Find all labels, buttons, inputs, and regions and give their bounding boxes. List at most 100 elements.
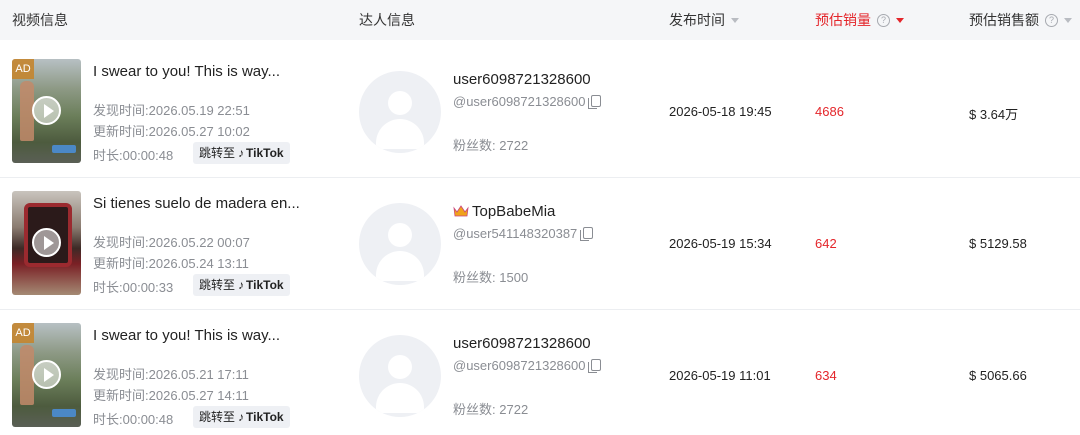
avatar-head: [388, 91, 412, 115]
updated-time: 更新时间:2026.05.27 14:11: [93, 385, 249, 404]
tiktok-label: TikTok: [246, 146, 284, 160]
column-header-label: 预估销量: [815, 12, 871, 28]
found-time-value: 2026.05.19 22:51: [148, 103, 250, 118]
duration-value: 00:00:48: [122, 148, 174, 163]
creator-id: @user541148320387: [453, 226, 594, 241]
column-header-publish-time[interactable]: 发布时间: [669, 0, 739, 40]
found-time-label: 发现时间:: [93, 103, 149, 118]
fans-label: 粉丝数:: [453, 138, 496, 153]
fans-value: 1500: [499, 270, 529, 285]
updated-time-label: 更新时间:: [93, 124, 149, 139]
table-row: Si tienes suelo de madera en... 发现时间:202…: [0, 178, 1080, 310]
updated-time: 更新时间:2026.05.27 10:02: [93, 121, 250, 140]
est-gmv: $ 5129.58: [969, 236, 1027, 251]
updated-time-label: 更新时间:: [93, 256, 149, 271]
duration-label: 时长:: [93, 280, 123, 295]
duration: 时长:00:00:33: [93, 277, 173, 296]
table-row: AD I swear to you! This is way... 发现时间:2…: [0, 46, 1080, 178]
tiktok-icon: ♪: [238, 278, 245, 292]
help-icon[interactable]: ?: [1045, 13, 1058, 27]
jump-label: 跳转至: [199, 146, 236, 160]
column-header-est-sales[interactable]: 预估销量?: [815, 0, 904, 40]
column-header-video-info: 视频信息: [12, 12, 68, 28]
creator-name[interactable]: TopBabeMia: [453, 203, 555, 220]
copy-icon[interactable]: [588, 95, 602, 109]
fans-label: 粉丝数:: [453, 270, 496, 285]
publish-time: 2026-05-19 11:01: [669, 368, 771, 383]
fans-count: 粉丝数: 2722: [453, 135, 528, 154]
tiktok-icon: ♪: [238, 146, 245, 160]
ad-badge: AD: [12, 59, 34, 79]
video-title[interactable]: I swear to you! This is way...: [93, 327, 280, 344]
column-header-creator-info: 达人信息: [359, 12, 415, 28]
avatar-head: [388, 355, 412, 379]
est-sales: 4686: [815, 104, 844, 119]
found-time: 发现时间:2026.05.22 00:07: [93, 232, 250, 251]
jump-to-tiktok-button[interactable]: 跳转至 ♪ TikTok: [193, 274, 290, 296]
avatar-head: [388, 223, 412, 247]
play-icon[interactable]: [32, 96, 61, 125]
thumbnail-object: [52, 145, 76, 153]
duration-value: 00:00:48: [122, 412, 174, 427]
play-icon[interactable]: [32, 360, 61, 389]
sort-caret-icon[interactable]: [1064, 17, 1072, 23]
duration-value: 00:00:33: [122, 280, 174, 295]
est-sales: 634: [815, 368, 837, 383]
duration-label: 时长:: [93, 148, 123, 163]
creator-name-text: TopBabeMia: [472, 203, 556, 220]
avatar[interactable]: [359, 335, 441, 417]
thumbnail-object: [52, 409, 76, 417]
avatar-body: [376, 251, 424, 281]
updated-time-value: 2026.05.27 14:11: [148, 388, 249, 403]
sort-caret-icon[interactable]: [731, 17, 739, 23]
creator-id-text: @user541148320387: [453, 226, 578, 241]
copy-icon[interactable]: [580, 227, 594, 241]
publish-time: 2026-05-19 15:34: [669, 236, 772, 251]
est-gmv: $ 3.64万: [969, 107, 1019, 122]
video-thumbnail[interactable]: AD: [12, 59, 81, 163]
table-header: 视频信息 达人信息 发布时间 预估销量? 预估销售额?: [0, 0, 1080, 40]
copy-icon[interactable]: [588, 359, 602, 373]
est-gmv: $ 5065.66: [969, 368, 1027, 383]
jump-label: 跳转至: [199, 410, 236, 424]
help-icon[interactable]: ?: [877, 13, 890, 27]
column-header-est-gmv[interactable]: 预估销售额?: [969, 0, 1072, 40]
avatar-body: [376, 383, 424, 413]
tiktok-label: TikTok: [246, 410, 284, 424]
video-thumbnail[interactable]: [12, 191, 81, 295]
play-icon[interactable]: [32, 228, 61, 257]
jump-to-tiktok-button[interactable]: 跳转至 ♪ TikTok: [193, 142, 290, 164]
found-time-label: 发现时间:: [93, 235, 149, 250]
fans-value: 2722: [499, 138, 529, 153]
avatar-body: [376, 119, 424, 149]
jump-to-tiktok-button[interactable]: 跳转至 ♪ TikTok: [193, 406, 290, 428]
jump-label: 跳转至: [199, 278, 236, 292]
duration: 时长:00:00:48: [93, 409, 173, 428]
crown-icon: [453, 205, 469, 217]
updated-time-label: 更新时间:: [93, 388, 149, 403]
updated-time-value: 2026.05.27 10:02: [148, 124, 250, 139]
video-title[interactable]: I swear to you! This is way...: [93, 63, 280, 80]
avatar[interactable]: [359, 203, 441, 285]
table-row: AD I swear to you! This is way... 发现时间:2…: [0, 310, 1080, 435]
ad-badge: AD: [12, 323, 34, 343]
column-header-label: 发布时间: [669, 12, 725, 28]
tiktok-label: TikTok: [246, 278, 284, 292]
updated-time: 更新时间:2026.05.24 13:11: [93, 253, 249, 272]
found-time-value: 2026.05.22 00:07: [148, 235, 250, 250]
tiktok-icon: ♪: [238, 410, 245, 424]
column-header-label: 预估销售额: [969, 12, 1039, 28]
sort-caret-icon[interactable]: [896, 17, 904, 23]
avatar[interactable]: [359, 71, 441, 153]
publish-time: 2026-05-18 19:45: [669, 104, 772, 119]
video-title[interactable]: Si tienes suelo de madera en...: [93, 195, 300, 212]
found-time: 发现时间:2026.05.19 22:51: [93, 100, 250, 119]
video-thumbnail[interactable]: AD: [12, 323, 81, 427]
found-time-value: 2026.05.21 17:11: [148, 367, 249, 382]
creator-name[interactable]: user6098721328600: [453, 71, 591, 88]
est-sales: 642: [815, 236, 837, 251]
fans-value: 2722: [499, 402, 529, 417]
found-time-label: 发现时间:: [93, 367, 149, 382]
creator-id-text: @user6098721328600: [453, 94, 586, 109]
creator-name[interactable]: user6098721328600: [453, 335, 591, 352]
